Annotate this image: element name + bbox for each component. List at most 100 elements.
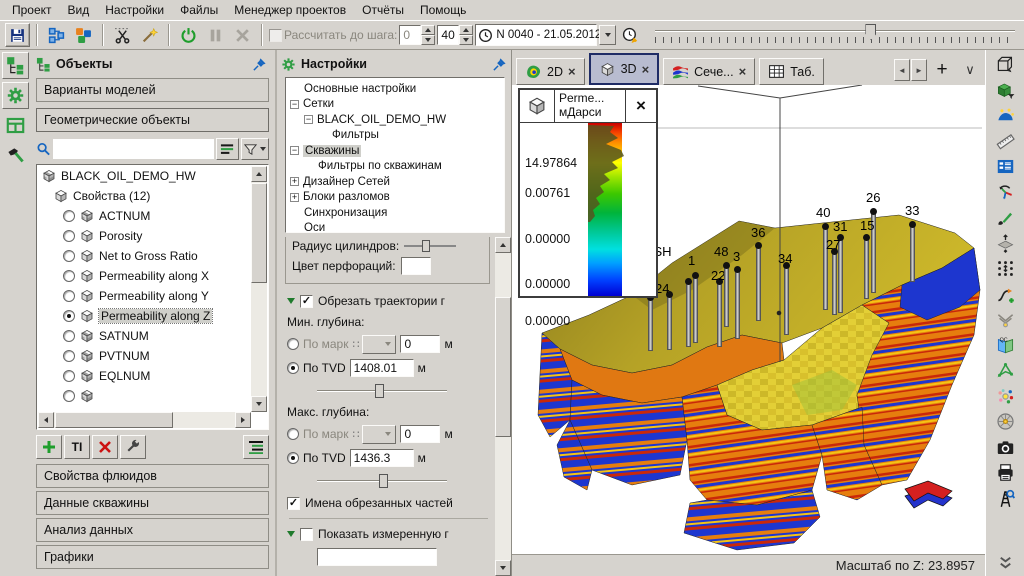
more-button[interactable]	[991, 551, 1019, 574]
well-head-marker[interactable]	[822, 223, 829, 230]
find-well-button[interactable]	[991, 487, 1019, 510]
tree-item[interactable]: BLACK_OIL_DEMO_HW	[38, 166, 251, 186]
settings-tree-item[interactable]: −Сетки	[288, 97, 502, 113]
cut-names-checkbox[interactable]: ✓	[287, 497, 300, 510]
pin-icon[interactable]	[492, 57, 507, 72]
menu-item[interactable]: Менеджер проектов	[226, 1, 354, 19]
grid-points-button[interactable]	[991, 257, 1019, 280]
collapsed-section[interactable]: Данные скважины	[36, 491, 269, 515]
sector-button[interactable]	[991, 410, 1019, 433]
settings-tree-item[interactable]: −BLACK_OIL_DEMO_HW	[288, 112, 502, 128]
min-tvd-field[interactable]: 1408.01	[350, 359, 414, 377]
well-head-marker[interactable]	[863, 234, 870, 241]
legend-close-button[interactable]: ×	[625, 90, 656, 122]
scroll-down-button[interactable]	[251, 396, 267, 412]
tree-item[interactable]	[38, 386, 251, 406]
collapse-arrow-icon[interactable]	[287, 531, 295, 537]
radio-button[interactable]	[63, 290, 75, 302]
cut-trajectories-checkbox[interactable]: ✓	[300, 295, 313, 308]
max-marker-dropdown[interactable]	[362, 425, 396, 444]
max-depth-slider[interactable]	[317, 472, 447, 490]
sidebar-item-objects[interactable]	[2, 52, 29, 79]
camera-button[interactable]	[991, 436, 1019, 459]
edit-timesteps-button[interactable]	[618, 23, 643, 47]
total-steps-spinner[interactable]: 40	[437, 25, 473, 45]
printer-button[interactable]	[991, 461, 1019, 484]
close-tab-icon[interactable]: ×	[568, 64, 576, 79]
wizard-button[interactable]	[137, 23, 162, 47]
clipped-field[interactable]	[317, 548, 437, 566]
scroll-up-button[interactable]	[251, 166, 267, 182]
search-input[interactable]	[53, 139, 214, 159]
expand-box-icon[interactable]: +	[290, 177, 299, 186]
collapse-box-icon[interactable]: −	[290, 146, 299, 155]
radio-button[interactable]	[63, 390, 75, 402]
add-trajectory-button[interactable]	[991, 283, 1019, 306]
show-measured-checkbox[interactable]	[300, 528, 313, 541]
sidebar-item-tools[interactable]	[2, 142, 29, 169]
collapse-arrow-icon[interactable]	[287, 298, 295, 304]
polygon-button[interactable]	[991, 359, 1019, 382]
steps-down-button[interactable]	[459, 35, 473, 45]
pan-button[interactable]	[991, 232, 1019, 255]
cut-button[interactable]	[110, 23, 135, 47]
vertical-scrollbar[interactable]	[251, 166, 267, 412]
collapse-box-icon[interactable]: −	[290, 100, 299, 109]
save-button[interactable]	[5, 23, 30, 47]
settings-tree-item[interactable]: Оси	[288, 221, 502, 234]
settings-tree-item[interactable]: Фильтры по скважинам	[288, 159, 502, 175]
settings-tree-item[interactable]: Фильтры	[288, 128, 502, 144]
collapsed-section[interactable]: Графики	[36, 545, 269, 569]
view-cube-button[interactable]	[991, 53, 1019, 76]
scrollbar-thumb[interactable]	[495, 297, 511, 437]
tabs-scroll-right-button[interactable]: ►	[911, 59, 927, 81]
menu-item[interactable]: Настройки	[97, 1, 172, 19]
radio-button[interactable]	[63, 370, 75, 382]
max-by-tvd-radio[interactable]	[287, 452, 299, 464]
radio-button[interactable]	[63, 310, 75, 322]
sort-button[interactable]	[216, 138, 239, 160]
settings-tree-item[interactable]: +Блоки разломов	[288, 190, 502, 206]
tabs-scroll-left-button[interactable]: ◄	[894, 59, 910, 81]
tree-item[interactable]: PVTNUM	[38, 346, 251, 366]
tree-item[interactable]: Permeability along X	[38, 266, 251, 286]
step-up-button[interactable]	[421, 25, 435, 35]
perforation-color-swatch[interactable]	[401, 257, 431, 275]
tree-item[interactable]: Porosity	[38, 226, 251, 246]
calc-to-step-checkbox[interactable]	[269, 29, 282, 42]
geometric-objects-section[interactable]: Геометрические объекты	[36, 108, 269, 132]
expand-box-icon[interactable]: +	[290, 193, 299, 202]
scroll-down-button[interactable]	[495, 560, 511, 576]
timeline-slider[interactable]	[653, 23, 1019, 47]
scroll-up-button[interactable]	[495, 237, 511, 253]
settings-tree-item[interactable]: −Скважины	[288, 143, 502, 159]
tree-item[interactable]: ACTNUM	[38, 206, 251, 226]
radio-button[interactable]	[63, 330, 75, 342]
tree-item[interactable]: Permeability along Z	[38, 306, 251, 326]
rename-button[interactable]: TI	[64, 435, 90, 459]
step-spinner[interactable]: 0	[399, 25, 435, 45]
delete-button[interactable]	[92, 435, 118, 459]
tree-item[interactable]: SATNUM	[38, 326, 251, 346]
menu-item[interactable]: Проект	[4, 1, 60, 19]
settings-tree-item[interactable]: Основные настройки	[288, 81, 502, 97]
min-marker-dropdown[interactable]	[362, 335, 396, 354]
well-head-marker[interactable]	[755, 242, 762, 249]
3d-canvas[interactable]: 524HW_FISH1223483634403127261533 Perme..…	[512, 85, 985, 554]
tree-item[interactable]: EQLNUM	[38, 366, 251, 386]
bubbles-button[interactable]	[991, 385, 1019, 408]
collapsed-section[interactable]: Свойства флюидов	[36, 464, 269, 488]
radio-button[interactable]	[63, 350, 75, 362]
radio-button[interactable]	[63, 230, 75, 242]
model-scenarios-button[interactable]	[44, 23, 69, 47]
tree-item[interactable]: Net to Gross Ratio	[38, 246, 251, 266]
scroll-right-button[interactable]	[235, 412, 251, 428]
radio-button[interactable]	[63, 270, 75, 282]
tab-Сече...[interactable]: Сече...×	[663, 58, 755, 85]
menu-item[interactable]: Отчёты	[354, 1, 412, 19]
horizontal-scrollbar[interactable]	[38, 412, 251, 428]
timestep-dropdown[interactable]: N 0040 - 21.05.2012	[475, 24, 597, 46]
max-by-marker-radio[interactable]	[287, 428, 299, 440]
paint-button[interactable]	[991, 206, 1019, 229]
min-depth-slider[interactable]	[317, 382, 447, 400]
